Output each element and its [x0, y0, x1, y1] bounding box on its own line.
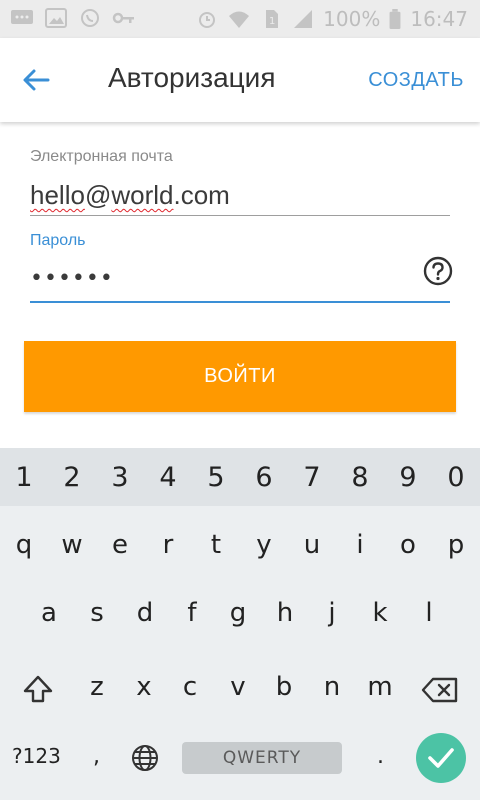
- email-at-sign: @: [84, 180, 112, 210]
- password-underline: [30, 301, 450, 303]
- question-circle-icon[interactable]: [423, 256, 453, 286]
- password-label: Пароль: [30, 232, 86, 249]
- key-i[interactable]: i: [336, 530, 384, 560]
- key-k[interactable]: k: [356, 598, 404, 628]
- clock: 16:47: [410, 7, 468, 31]
- image-icon: [45, 8, 67, 28]
- key-o[interactable]: o: [384, 530, 432, 560]
- check-icon: [428, 748, 454, 768]
- keyboard-number-row: 1 2 3 4 5 6 7 8 9 0: [0, 448, 480, 506]
- backspace-icon[interactable]: [421, 676, 459, 704]
- key-d[interactable]: d: [121, 598, 169, 628]
- message-icon: [11, 10, 33, 24]
- key-5[interactable]: 5: [192, 462, 240, 493]
- key-a[interactable]: a: [25, 598, 73, 628]
- key-m[interactable]: m: [356, 672, 404, 702]
- key-6[interactable]: 6: [240, 462, 288, 493]
- signal-icon: [294, 10, 313, 28]
- enter-button[interactable]: [416, 733, 466, 783]
- key-y[interactable]: y: [240, 530, 288, 560]
- create-account-button[interactable]: СОЗДАТЬ: [368, 69, 464, 92]
- key-comma[interactable]: ,: [93, 744, 100, 769]
- email-field[interactable]: hello@world.com: [30, 180, 230, 211]
- key-x[interactable]: x: [120, 672, 168, 702]
- globe-icon[interactable]: [130, 743, 160, 773]
- key-q[interactable]: q: [0, 530, 48, 560]
- status-bar: 1 100% 16:47: [0, 0, 480, 38]
- key-1[interactable]: 1: [0, 462, 48, 493]
- password-field[interactable]: ••••••: [30, 266, 114, 291]
- arrow-left-icon[interactable]: [20, 64, 52, 96]
- key-7[interactable]: 7: [288, 462, 336, 493]
- key-2[interactable]: 2: [48, 462, 96, 493]
- key-w[interactable]: w: [48, 530, 96, 560]
- login-button[interactable]: ВОЙТИ: [24, 341, 456, 412]
- email-part-user: hello: [30, 180, 85, 210]
- app-bar: Авторизация СОЗДАТЬ: [0, 38, 480, 122]
- key-l[interactable]: l: [405, 598, 453, 628]
- email-part-tld: .com: [173, 180, 230, 210]
- key-b[interactable]: b: [260, 672, 308, 702]
- key-4[interactable]: 4: [144, 462, 192, 493]
- key-f[interactable]: f: [168, 598, 216, 628]
- key-icon: [112, 12, 134, 24]
- key-0[interactable]: 0: [432, 462, 480, 493]
- key-v[interactable]: v: [214, 672, 262, 702]
- key-n[interactable]: n: [308, 672, 356, 702]
- key-j[interactable]: j: [308, 598, 356, 628]
- email-label: Электронная почта: [30, 148, 173, 165]
- battery-icon: [389, 9, 401, 29]
- battery-percent: 100%: [323, 7, 381, 31]
- svg-text:1: 1: [269, 16, 275, 27]
- key-e[interactable]: e: [96, 530, 144, 560]
- key-9[interactable]: 9: [384, 462, 432, 493]
- key-u[interactable]: u: [288, 530, 336, 560]
- wifi-icon: [229, 11, 250, 28]
- key-g[interactable]: g: [214, 598, 262, 628]
- key-8[interactable]: 8: [336, 462, 384, 493]
- symbols-key[interactable]: ?123: [12, 744, 61, 768]
- key-t[interactable]: t: [192, 530, 240, 560]
- email-part-domain: world: [111, 180, 174, 210]
- notification-icons: [10, 8, 136, 28]
- soft-keyboard: 1 2 3 4 5 6 7 8 9 0 q w e r t y u i o p …: [0, 448, 480, 800]
- alarm-icon: [199, 12, 216, 28]
- key-c[interactable]: c: [166, 672, 214, 702]
- key-3[interactable]: 3: [96, 462, 144, 493]
- key-p[interactable]: p: [432, 530, 480, 560]
- sim-icon: 1: [266, 10, 279, 28]
- key-period[interactable]: .: [377, 744, 384, 769]
- shift-icon[interactable]: [22, 674, 54, 704]
- system-icons: 1 100% 16:47: [195, 7, 468, 31]
- space-key[interactable]: QWERTY: [182, 742, 342, 774]
- key-h[interactable]: h: [261, 598, 309, 628]
- key-s[interactable]: s: [73, 598, 121, 628]
- key-r[interactable]: r: [144, 530, 192, 560]
- viber-icon: [81, 9, 99, 27]
- key-z[interactable]: z: [73, 672, 121, 702]
- email-underline: [30, 215, 450, 216]
- page-title: Авторизация: [108, 62, 276, 93]
